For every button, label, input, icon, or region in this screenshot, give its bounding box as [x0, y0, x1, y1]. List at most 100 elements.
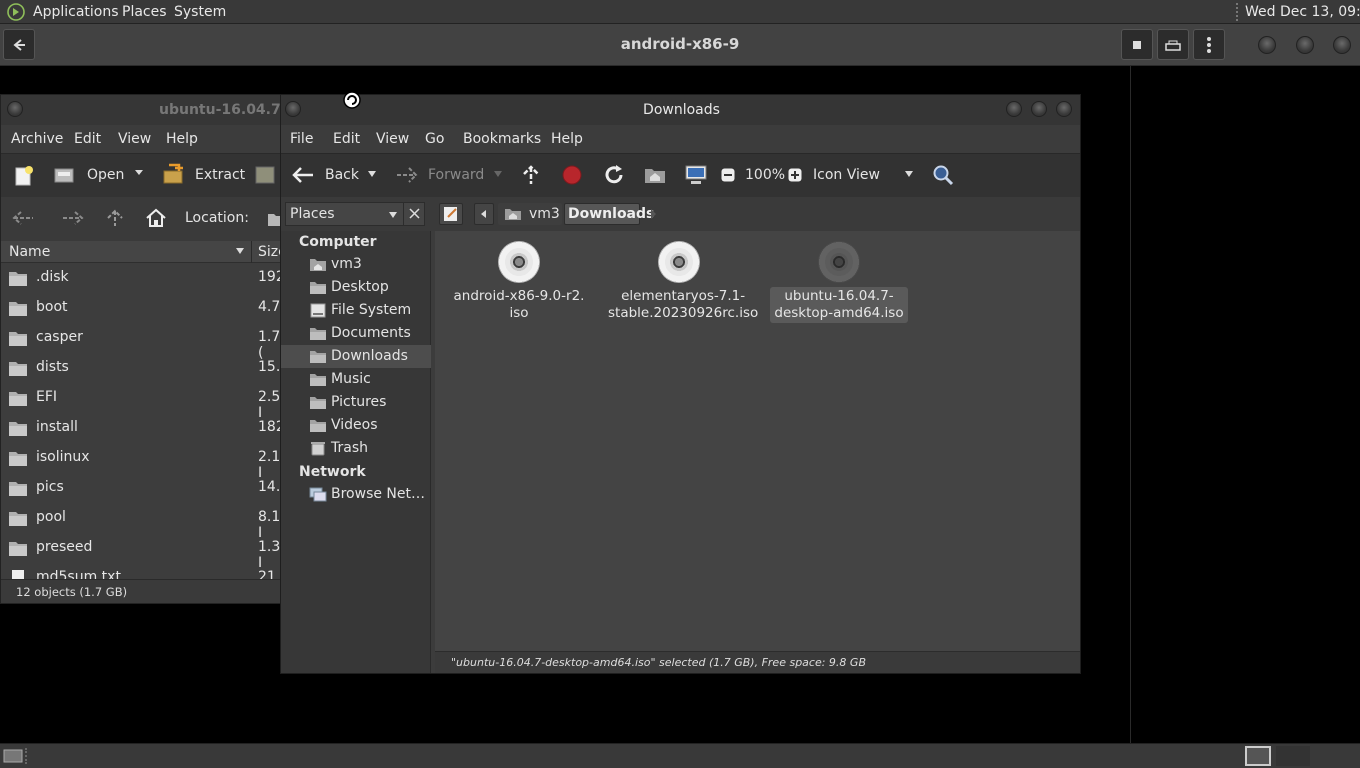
computer-icon[interactable]	[684, 164, 708, 186]
zoom-level[interactable]: 100%	[745, 167, 785, 183]
back-icon[interactable]	[11, 210, 35, 226]
forward-arrow-icon[interactable]	[395, 166, 419, 184]
sidebar-item-desktop[interactable]: Desktop	[281, 276, 431, 299]
archive-menubar: Archive Edit View Help	[1, 125, 281, 153]
close-sidebar-icon[interactable]	[409, 208, 420, 219]
zoom-in-icon[interactable]	[788, 168, 802, 182]
extract-icon[interactable]	[161, 163, 187, 187]
table-row[interactable]: preseed 1.3 I	[1, 533, 281, 571]
workspace-switcher[interactable]	[1245, 746, 1271, 766]
menu-edit[interactable]: Edit	[74, 131, 101, 147]
system-menu[interactable]: System	[174, 4, 226, 20]
show-desktop-icon[interactable]	[3, 748, 23, 764]
workspace-2[interactable]	[1276, 746, 1310, 766]
path-button-vm3[interactable]: vm3	[498, 203, 562, 225]
sidebar-item-pictures[interactable]: Pictures	[281, 391, 431, 414]
table-row[interactable]: pool 8.1 I	[1, 503, 281, 541]
forward-icon[interactable]	[61, 210, 85, 226]
file-item[interactable]: android-x86-9.0-r2. iso	[444, 241, 594, 323]
table-row[interactable]: dists 15.2	[1, 353, 281, 383]
menu-help[interactable]: Help	[551, 131, 583, 147]
open-icon[interactable]	[53, 164, 77, 186]
file-item[interactable]: ubuntu-16.04.7- desktop-amd64.iso	[764, 241, 914, 323]
archive-titlebar[interactable]: ubuntu-16.04.7-des	[1, 95, 281, 125]
more-options-button[interactable]	[1193, 29, 1225, 60]
close-button[interactable]	[1333, 36, 1351, 54]
table-row[interactable]: isolinux 2.1 I	[1, 443, 281, 481]
size-column-header[interactable]: Size	[258, 244, 281, 260]
sidebar-item-music[interactable]: Music	[281, 368, 431, 391]
menu-view[interactable]: View	[376, 131, 409, 147]
folder-icon	[8, 509, 28, 527]
up-icon[interactable]	[105, 208, 125, 228]
search-icon[interactable]	[932, 164, 954, 186]
sidebar-item-file-system[interactable]: File System	[281, 299, 431, 322]
applications-menu[interactable]: Applications	[33, 4, 119, 20]
path-scroll-left-button[interactable]	[474, 203, 494, 225]
minimize-button[interactable]	[1006, 101, 1022, 117]
back-button[interactable]: Back	[325, 167, 359, 183]
sidebar-item-label: Music	[331, 371, 371, 387]
sidebar-item-browse-network[interactable]: Browse Net…	[281, 483, 431, 506]
reload-icon[interactable]	[603, 164, 625, 186]
name-column-header[interactable]: Name	[9, 244, 50, 260]
stop-icon[interactable]	[562, 165, 582, 185]
menu-go[interactable]: Go	[425, 131, 444, 147]
toggle-location-entry-button[interactable]	[439, 203, 463, 225]
minimize-button[interactable]	[1258, 36, 1276, 54]
table-row[interactable]: .disk 192	[1, 263, 281, 293]
sidebar-item-downloads[interactable]: Downloads	[281, 345, 431, 368]
menu-archive[interactable]: Archive	[11, 131, 63, 147]
sidebar-item-vm3[interactable]: vm3	[281, 253, 431, 276]
path-button-downloads[interactable]: Downloads	[564, 203, 654, 225]
menu-bookmarks[interactable]: Bookmarks	[463, 131, 541, 147]
forward-history-dropdown-icon[interactable]	[493, 170, 503, 178]
table-row[interactable]: pics 14.9	[1, 473, 281, 503]
table-row[interactable]: casper 1.7 (	[1, 323, 281, 361]
extract-button[interactable]: Extract	[195, 167, 245, 183]
sidebar-item-documents[interactable]: Documents	[281, 322, 431, 345]
up-icon[interactable]	[521, 164, 541, 186]
path-scroll-right-icon[interactable]	[649, 208, 657, 220]
maximize-button[interactable]	[1031, 101, 1047, 117]
archive-file-list: .disk 192 boot 4.7 casper1.7 (dists 15.2 EFI2.…	[1, 263, 281, 579]
back-history-dropdown-icon[interactable]	[367, 170, 377, 178]
sidebar-item-trash[interactable]: Trash	[281, 437, 431, 460]
open-button[interactable]: Open	[87, 167, 124, 183]
distro-logo-icon[interactable]	[6, 3, 26, 21]
stop-button[interactable]	[1121, 29, 1153, 60]
table-row[interactable]: boot 4.7	[1, 293, 281, 323]
sidebar-heading-computer: Computer	[299, 234, 377, 250]
home-folder-icon[interactable]	[644, 166, 666, 184]
menu-view[interactable]: View	[118, 131, 151, 147]
close-button[interactable]	[1056, 101, 1072, 117]
places-dropdown[interactable]: Places	[285, 202, 425, 226]
view-mode-dropdown-icon[interactable]	[904, 170, 914, 178]
window-menu-button[interactable]	[7, 101, 23, 117]
home-folder-icon	[504, 207, 522, 221]
downloads-titlebar[interactable]: Downloads	[281, 95, 1080, 125]
file-item[interactable]: elementaryos-7.1- stable.20230926rc.iso	[604, 241, 758, 323]
open-dropdown-icon[interactable]	[134, 167, 144, 177]
places-menu[interactable]: Places	[122, 4, 167, 20]
table-row[interactable]: EFI 2.5 I	[1, 383, 281, 421]
menu-help[interactable]: Help	[166, 131, 198, 147]
zoom-out-icon[interactable]	[721, 168, 735, 182]
menu-edit[interactable]: Edit	[333, 131, 360, 147]
back-arrow-icon[interactable]	[291, 166, 315, 184]
menu-file[interactable]: File	[290, 131, 313, 147]
sidebar-item-videos[interactable]: Videos	[281, 414, 431, 437]
file-icon-view[interactable]: android-x86-9.0-r2. iso elementaryos-7.1-…	[435, 231, 1080, 651]
view-mode-select[interactable]: Icon View	[813, 167, 880, 183]
removable-drive-button[interactable]	[1157, 29, 1189, 60]
archive-properties-icon[interactable]	[254, 164, 278, 186]
table-row[interactable]: install 182	[1, 413, 281, 443]
home-icon[interactable]	[145, 208, 167, 228]
path-bar-row: Places vm3 Downloads	[281, 197, 1080, 231]
forward-button[interactable]: Forward	[428, 167, 484, 183]
maximize-button[interactable]	[1296, 36, 1314, 54]
table-row[interactable]: md5sum.txt 21.3	[1, 563, 281, 579]
new-archive-icon[interactable]	[13, 165, 35, 187]
sort-descending-icon[interactable]	[235, 247, 245, 255]
clock[interactable]: Wed Dec 13, 09:26	[1245, 4, 1360, 20]
